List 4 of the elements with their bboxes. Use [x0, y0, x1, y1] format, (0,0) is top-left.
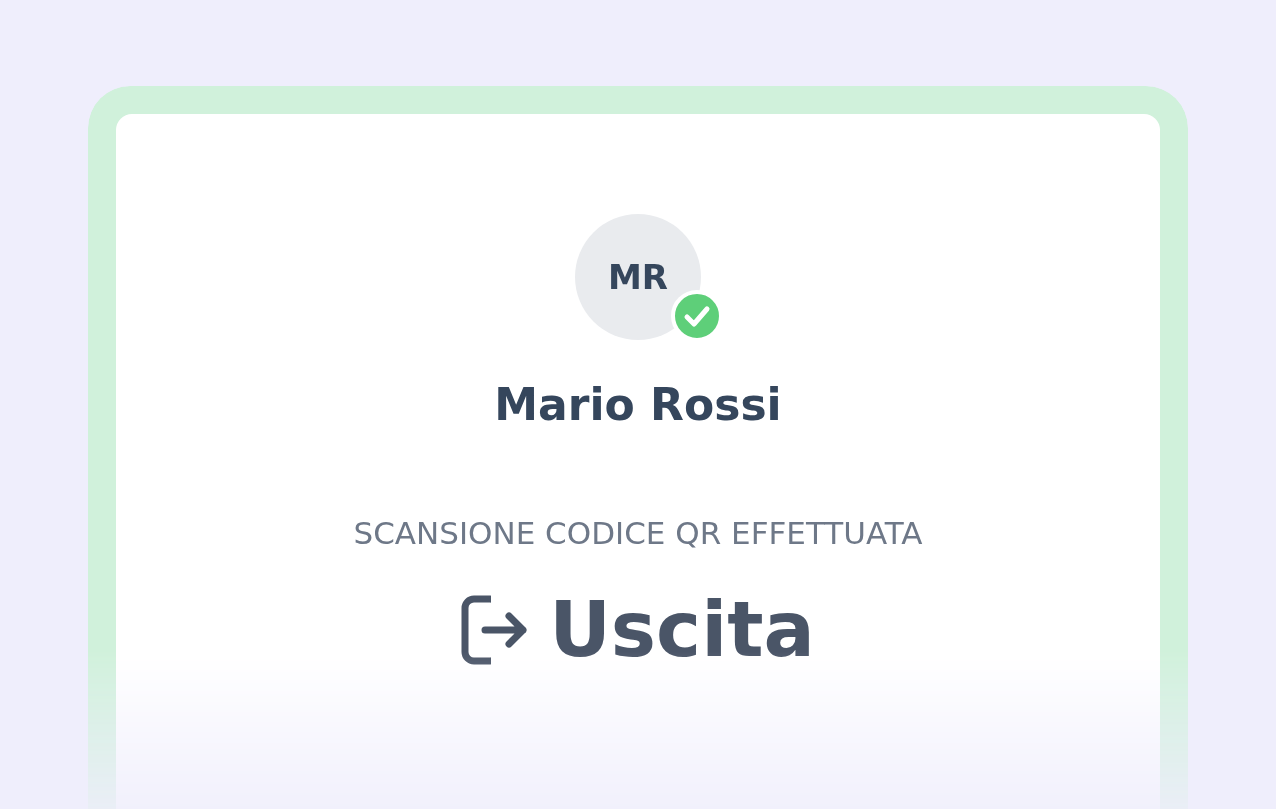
exit-icon [461, 594, 528, 665]
person-name: Mario Rossi [494, 378, 782, 432]
action-label: Uscita [549, 583, 815, 676]
status-text: SCANSIONE CODICE QR EFFETTUATA [353, 514, 923, 553]
